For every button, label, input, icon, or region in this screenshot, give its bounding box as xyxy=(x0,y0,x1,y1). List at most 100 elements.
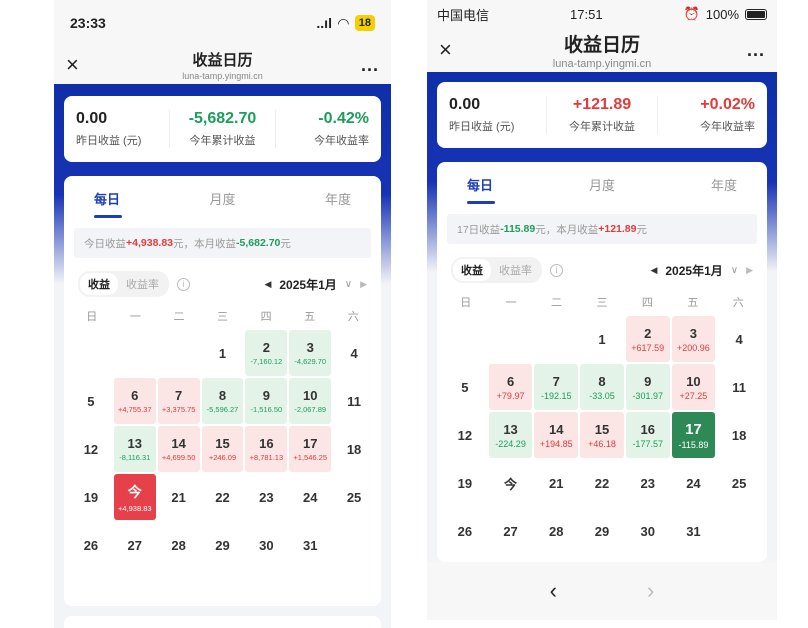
calendar-day[interactable]: 8 -5,596.27 xyxy=(201,378,244,424)
month-label[interactable]: 2025年1月 xyxy=(279,276,336,293)
calendar-day[interactable]: 28 xyxy=(534,508,578,554)
calendar-day[interactable]: 26 xyxy=(443,508,487,554)
tab-daily[interactable]: 每日 xyxy=(447,175,550,204)
calendar-day[interactable]: 17 +1,546.25 xyxy=(289,426,332,472)
calendar-day[interactable]: 4 xyxy=(717,316,761,362)
calendar-day[interactable]: 12 xyxy=(443,412,487,458)
calendar-day[interactable]: 26 xyxy=(70,522,112,568)
daily-info-bar: 17日收益 -115.89 元，本月收益 +121.89 元 xyxy=(447,214,757,244)
nav-title-block: 收益日历 luna-tamp.yingmi.cn xyxy=(182,49,263,81)
info-icon[interactable]: i xyxy=(177,277,190,291)
calendar-day[interactable]: 3 +200.96 xyxy=(671,316,716,362)
day-number: 19 xyxy=(83,489,99,505)
calendar-day[interactable]: 8 -33.05 xyxy=(580,364,624,410)
calendar-day[interactable]: 6 +79.97 xyxy=(488,364,533,410)
calendar-day[interactable]: 11 xyxy=(717,364,761,410)
calendar-day[interactable]: 28 xyxy=(158,522,200,568)
calendar-day[interactable]: 24 xyxy=(672,460,716,506)
day-number: 9 xyxy=(644,373,652,389)
calendar-day[interactable]: 14 +194.85 xyxy=(534,412,579,458)
calendar-day[interactable]: 27 xyxy=(489,508,533,554)
month-label[interactable]: 2025年1月 xyxy=(665,262,722,279)
calendar-day[interactable]: 2 -7,160.12 xyxy=(245,330,288,376)
calendar-day[interactable]: 30 xyxy=(626,508,670,554)
calendar-day[interactable]: 今 xyxy=(489,460,533,506)
calendar-day[interactable]: 7 -192.15 xyxy=(534,364,579,410)
calendar-day[interactable]: 23 xyxy=(626,460,670,506)
calendar-day[interactable]: 12 xyxy=(70,426,112,472)
calendar-day[interactable]: 27 xyxy=(114,522,156,568)
calendar-day[interactable]: 5 xyxy=(443,364,487,410)
prev-month-icon[interactable]: ◀ xyxy=(650,265,657,276)
close-icon[interactable]: × xyxy=(66,52,94,78)
calendar-day[interactable]: 31 xyxy=(672,508,716,554)
calendar-day[interactable]: 今 +4,938.83 xyxy=(113,474,156,520)
toggle-profit[interactable]: 收益 xyxy=(80,273,118,295)
toggle-profit[interactable]: 收益 xyxy=(453,259,491,281)
calendar-day[interactable]: 21 xyxy=(534,460,578,506)
calendar-day[interactable]: 30 xyxy=(245,522,287,568)
calendar-day[interactable]: 2 +617.59 xyxy=(625,316,670,362)
calendar-day[interactable]: 11 xyxy=(333,378,375,424)
more-icon[interactable]: ... xyxy=(351,55,379,76)
calendar-day[interactable]: 17 -115.89 xyxy=(671,412,716,458)
month-navigator: ◀ 2025年1月 ∨ ▶ xyxy=(264,276,367,293)
calendar-day[interactable]: 31 xyxy=(289,522,331,568)
calendar-day[interactable]: 19 xyxy=(70,474,112,520)
calendar-day[interactable]: 10 +27.25 xyxy=(671,364,716,410)
calendar-day[interactable]: 13 -224.29 xyxy=(488,412,533,458)
calendar-day[interactable]: 22 xyxy=(580,460,624,506)
calendar-day[interactable]: 25 xyxy=(333,474,375,520)
calendar-day[interactable]: 1 xyxy=(202,330,244,376)
calendar-day[interactable]: 22 xyxy=(202,474,244,520)
calendar-day[interactable]: 25 xyxy=(717,460,761,506)
day-number: 12 xyxy=(83,441,99,457)
forward-icon[interactable]: › xyxy=(647,578,654,604)
next-month-icon[interactable]: ▶ xyxy=(360,279,367,290)
day-number: 8 xyxy=(218,388,227,403)
calendar-day[interactable]: 9 -301.97 xyxy=(625,364,670,410)
status-time: 17:51 xyxy=(570,6,603,22)
calendar-day[interactable]: 15 +46.18 xyxy=(580,412,624,458)
day-number: 21 xyxy=(171,489,186,505)
calendar-day[interactable]: 29 xyxy=(202,522,244,568)
calendar-day[interactable]: 16 -177.57 xyxy=(625,412,670,458)
tab-daily[interactable]: 每日 xyxy=(74,189,173,218)
calendar-day[interactable]: 6 +4,755.37 xyxy=(113,378,156,424)
calendar-day[interactable]: 14 +4,699.50 xyxy=(157,426,200,472)
calendar-day[interactable]: 21 xyxy=(158,474,200,520)
calendar-day[interactable]: 18 xyxy=(333,426,375,472)
prev-month-icon[interactable]: ◀ xyxy=(264,279,271,290)
calendar-day[interactable]: 18 xyxy=(717,412,761,458)
toggle-rate[interactable]: 收益率 xyxy=(118,273,167,295)
tab-monthly[interactable]: 月度 xyxy=(550,175,653,194)
calendar-day[interactable]: 13 -8,116.31 xyxy=(113,426,156,472)
chevron-down-icon[interactable]: ∨ xyxy=(345,279,352,290)
tab-monthly[interactable]: 月度 xyxy=(173,189,272,208)
calendar-day[interactable]: 5 xyxy=(70,378,112,424)
chevron-down-icon[interactable]: ∨ xyxy=(731,265,738,276)
next-month-icon[interactable]: ▶ xyxy=(746,265,753,276)
calendar-day[interactable]: 19 xyxy=(443,460,487,506)
calendar-blank xyxy=(70,330,112,376)
calendar-day[interactable]: 29 xyxy=(580,508,624,554)
calendar-day[interactable]: 16 +8,781.13 xyxy=(245,426,288,472)
calendar-day[interactable]: 24 xyxy=(289,474,331,520)
info-icon[interactable]: i xyxy=(550,263,563,277)
calendar-day[interactable]: 1 xyxy=(580,316,624,362)
calendar-day[interactable]: 15 +246.09 xyxy=(201,426,244,472)
calendar-day[interactable]: 7 +3,375.75 xyxy=(157,378,200,424)
toggle-rate[interactable]: 收益率 xyxy=(491,259,540,281)
back-icon[interactable]: ‹ xyxy=(550,578,557,604)
calendar-day[interactable]: 9 -1,516.50 xyxy=(245,378,288,424)
calendar-day[interactable]: 23 xyxy=(245,474,287,520)
calendar-day[interactable]: 3 -4,629.70 xyxy=(289,330,332,376)
more-icon[interactable]: ... xyxy=(737,40,765,61)
tab-yearly[interactable]: 年度 xyxy=(654,175,757,194)
weekday-label: 二 xyxy=(551,297,563,309)
calendar-day[interactable]: 10 -2,067.89 xyxy=(289,378,332,424)
close-icon[interactable]: × xyxy=(439,37,467,63)
calendar-day[interactable]: 4 xyxy=(333,330,375,376)
tab-yearly[interactable]: 年度 xyxy=(272,189,371,208)
day-number: 4 xyxy=(350,345,358,361)
